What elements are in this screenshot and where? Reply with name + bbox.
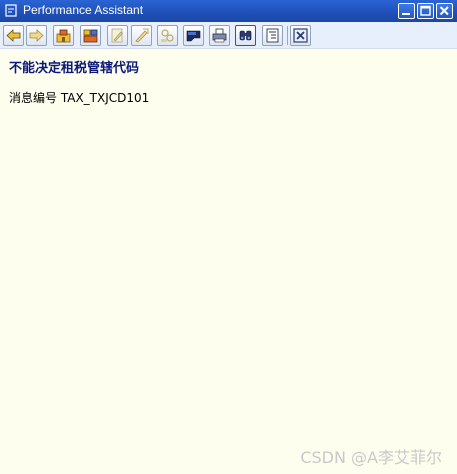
- print-icon: [212, 28, 227, 43]
- forward-icon: [29, 29, 44, 42]
- display-object-icon: [83, 29, 98, 43]
- window-title: Performance Assistant: [23, 3, 144, 17]
- watermark: CSDN @A李艾菲尔: [300, 448, 442, 467]
- link-icon: [161, 29, 174, 42]
- maximize-icon: [420, 5, 431, 16]
- close-icon: [293, 28, 308, 43]
- document-edit-icon: [5, 4, 17, 17]
- print-button[interactable]: [209, 25, 230, 46]
- message-heading: 不能决定租税管辖代码: [9, 61, 140, 76]
- edit-button[interactable]: [107, 25, 128, 46]
- technical-info-icon: [56, 29, 71, 43]
- forward-button[interactable]: [26, 25, 47, 46]
- technical-info-button[interactable]: [53, 25, 74, 46]
- message-number-line: 消息编号 TAX_TXJCD101: [9, 89, 149, 106]
- edit-translation-icon: [135, 28, 149, 43]
- document-button[interactable]: [183, 25, 204, 46]
- title-bar: Performance Assistant: [0, 0, 457, 22]
- find-icon: [239, 30, 252, 41]
- close-window-button[interactable]: [436, 3, 453, 19]
- link-button[interactable]: [157, 25, 178, 46]
- minimize-button[interactable]: [398, 3, 415, 19]
- close-button[interactable]: [290, 25, 311, 46]
- close-x-icon: [439, 6, 449, 16]
- toolbar-separator: [287, 26, 288, 45]
- toolbar: [0, 22, 457, 49]
- minimize-icon: [402, 13, 410, 15]
- back-button[interactable]: [3, 25, 24, 46]
- message-number-label: 消息编号: [9, 91, 58, 105]
- structure-button[interactable]: [262, 25, 283, 46]
- document-icon: [186, 30, 201, 42]
- maximize-button[interactable]: [417, 3, 434, 19]
- display-object-button[interactable]: [80, 25, 101, 46]
- edit-icon: [111, 28, 123, 43]
- structure-icon: [266, 28, 279, 43]
- back-icon: [6, 29, 21, 42]
- find-button[interactable]: [235, 25, 256, 46]
- edit-translation-button[interactable]: [131, 25, 152, 46]
- message-number-value: TAX_TXJCD101: [60, 91, 150, 105]
